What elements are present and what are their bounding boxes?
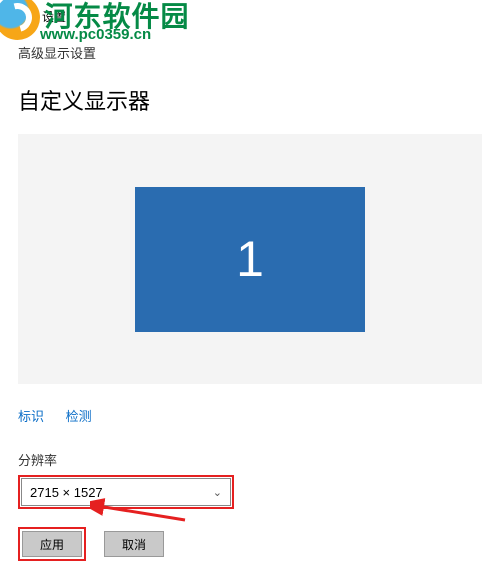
apply-button[interactable]: 应用 [22,531,82,557]
resolution-label: 分辨率 [18,450,482,469]
breadcrumb: 高级显示设置 [18,43,96,62]
display-links: 标识 检测 [18,406,482,425]
resolution-value: 2715 × 1527 [30,485,103,500]
back-arrow-icon[interactable]: ← [8,7,24,25]
monitor-tile[interactable]: 1 [135,187,365,332]
cancel-button[interactable]: 取消 [104,531,164,557]
header: 高级显示设置 [0,32,500,72]
detect-link[interactable]: 检测 [66,409,92,424]
monitor-number: 1 [236,230,264,288]
window-title: 设置 [42,8,66,25]
page-title: 自定义显示器 [18,84,482,116]
identify-link[interactable]: 标识 [18,409,44,424]
button-row: 应用 取消 [18,527,482,561]
content: 自定义显示器 1 标识 检测 分辨率 2715 × 1527 ⌄ 应用 取消 [0,72,500,561]
titlebar: ← 设置 [0,0,500,32]
display-preview-area: 1 [18,134,482,384]
chevron-down-icon: ⌄ [213,486,222,499]
apply-highlight: 应用 [18,527,86,561]
resolution-highlight: 2715 × 1527 ⌄ [18,475,234,509]
resolution-select[interactable]: 2715 × 1527 ⌄ [21,478,231,506]
